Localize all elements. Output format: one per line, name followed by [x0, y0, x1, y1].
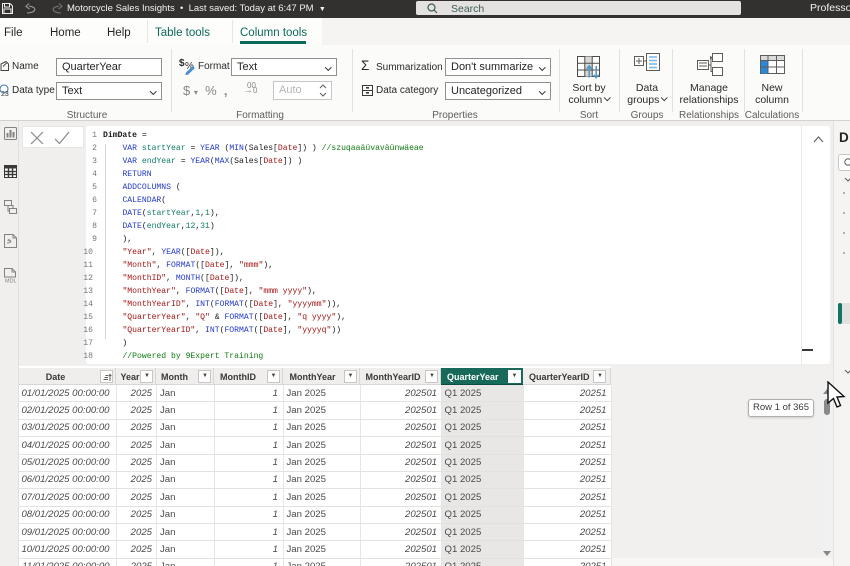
svg-text:MDL: MDL: [5, 279, 17, 284]
svg-text:23: 23: [1, 91, 9, 97]
